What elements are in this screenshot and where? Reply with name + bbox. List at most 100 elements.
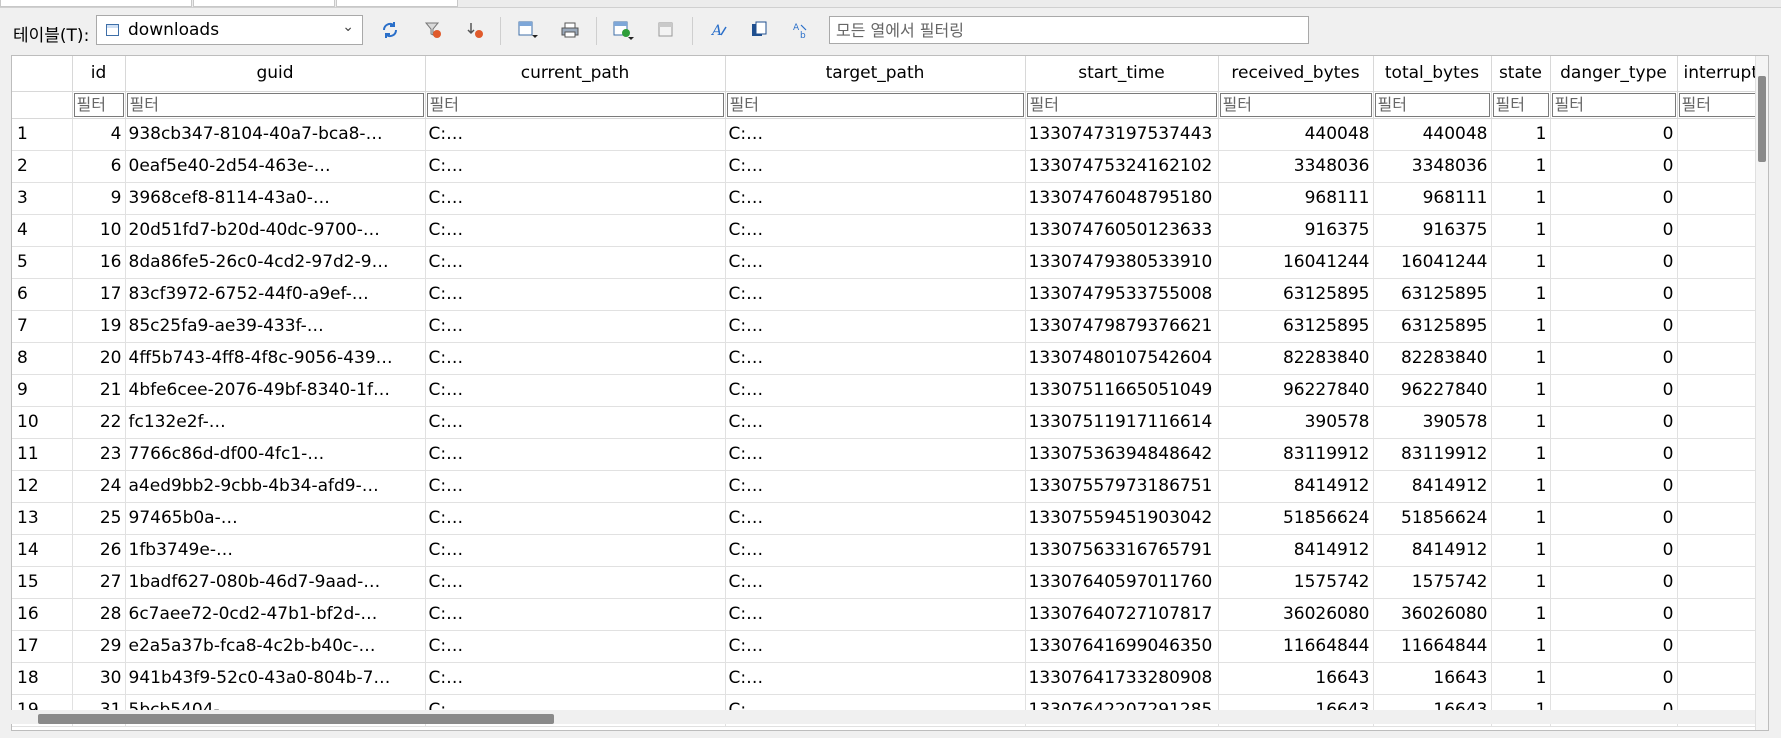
- cell-target-path[interactable]: C:…: [725, 118, 1026, 151]
- column-filter-input-start-time[interactable]: 필터: [1026, 92, 1217, 117]
- cell-current-path[interactable]: C:…: [425, 246, 726, 279]
- cell-target-path[interactable]: C:…: [725, 406, 1026, 439]
- save-filter-button[interactable]: [515, 17, 541, 43]
- cell-id[interactable]: 29: [72, 630, 126, 663]
- cell-danger-type[interactable]: 0: [1550, 534, 1678, 567]
- cell-start-time[interactable]: 13307511665051049: [1025, 374, 1219, 407]
- cell-id[interactable]: 20: [72, 342, 126, 375]
- cell-target-path[interactable]: C:…: [725, 182, 1026, 215]
- cell-state[interactable]: 1: [1491, 246, 1551, 279]
- cell-state[interactable]: 1: [1491, 438, 1551, 471]
- global-filter-input[interactable]: [829, 16, 1309, 44]
- cell-start-time[interactable]: 13307640727107817: [1025, 598, 1219, 631]
- cell-id[interactable]: 25: [72, 502, 126, 535]
- cell-guid[interactable]: 0eaf5e40-2d54-463e-…: [125, 150, 426, 183]
- cell-guid[interactable]: 85c25fa9-ae39-433f-…: [125, 310, 426, 343]
- cell-received-bytes[interactable]: 916375: [1218, 214, 1374, 247]
- tab-other[interactable]: [193, 0, 335, 7]
- cell-current-path[interactable]: C:…: [425, 342, 726, 375]
- cell-id[interactable]: 6: [72, 150, 126, 183]
- row-number[interactable]: 2: [12, 150, 73, 183]
- table-row[interactable]: 2 6 0eaf5e40-2d54-463e-… C:… C:… 133074753241…: [12, 150, 1768, 183]
- cell-danger-type[interactable]: 0: [1550, 470, 1678, 503]
- table-row[interactable]: 5 16 8da86fe5-26c0-4cd2-97d2-9… C:… C:… 13307…: [12, 246, 1768, 279]
- row-number[interactable]: 6: [12, 278, 73, 311]
- cell-current-path[interactable]: C:…: [425, 278, 726, 311]
- row-number[interactable]: 17: [12, 630, 73, 663]
- row-number[interactable]: 10: [12, 406, 73, 439]
- cell-start-time[interactable]: 13307476048795180: [1025, 182, 1219, 215]
- cell-target-path[interactable]: C:…: [725, 374, 1026, 407]
- cell-current-path[interactable]: C:…: [425, 598, 726, 631]
- copy-button[interactable]: [746, 17, 772, 43]
- column-filter-input-received-bytes[interactable]: 필터: [1219, 92, 1372, 117]
- cell-current-path[interactable]: C:…: [425, 534, 726, 567]
- cell-target-path[interactable]: C:…: [725, 438, 1026, 471]
- cell-state[interactable]: 1: [1491, 118, 1551, 151]
- cell-target-path[interactable]: C:…: [725, 566, 1026, 599]
- row-number[interactable]: 5: [12, 246, 73, 279]
- cell-received-bytes[interactable]: 96227840: [1218, 374, 1374, 407]
- column-filter-input-target-path[interactable]: 필터: [726, 92, 1024, 117]
- cell-state[interactable]: 1: [1491, 470, 1551, 503]
- column-header-id[interactable]: id: [72, 56, 126, 92]
- cell-danger-type[interactable]: 0: [1550, 342, 1678, 375]
- cell-id[interactable]: 19: [72, 310, 126, 343]
- cell-state[interactable]: 1: [1491, 566, 1551, 599]
- cell-danger-type[interactable]: 0: [1550, 278, 1678, 311]
- cell-id[interactable]: 27: [72, 566, 126, 599]
- cell-start-time[interactable]: 13307473197537443: [1025, 118, 1219, 151]
- vertical-scrollbar[interactable]: [1755, 56, 1768, 730]
- tab-other[interactable]: [336, 0, 458, 7]
- column-filter-input-total-bytes[interactable]: 필터: [1374, 92, 1490, 117]
- cell-guid[interactable]: 8da86fe5-26c0-4cd2-97d2-9…: [125, 246, 426, 279]
- cell-received-bytes[interactable]: 83119912: [1218, 438, 1374, 471]
- column-filter-input-guid[interactable]: 필터: [126, 92, 424, 117]
- cell-guid[interactable]: 6c7aee72-0cd2-47b1-bf2d-…: [125, 598, 426, 631]
- vertical-scrollbar-thumb[interactable]: [1758, 76, 1766, 162]
- cell-danger-type[interactable]: 0: [1550, 438, 1678, 471]
- table-row[interactable]: 12 24 a4ed9bb2-9cbb-4b34-afd9-… C:… C:… 13307…: [12, 470, 1768, 503]
- column-filter-input-id[interactable]: 필터: [73, 92, 124, 117]
- cell-state[interactable]: 1: [1491, 214, 1551, 247]
- cell-current-path[interactable]: C:…: [425, 662, 726, 695]
- table-row[interactable]: 14 26 1fb3749e-… C:… C:… 13307563316765791 841…: [12, 534, 1768, 567]
- cell-state[interactable]: 1: [1491, 662, 1551, 695]
- cell-received-bytes[interactable]: 16643: [1218, 662, 1374, 695]
- cell-start-time[interactable]: 13307536394848642: [1025, 438, 1219, 471]
- cell-danger-type[interactable]: 0: [1550, 406, 1678, 439]
- refresh-button[interactable]: [377, 17, 403, 43]
- cell-start-time[interactable]: 13307641699046350: [1025, 630, 1219, 663]
- print-button[interactable]: [557, 17, 583, 43]
- column-header-received-bytes[interactable]: received_bytes: [1218, 56, 1374, 92]
- cell-start-time[interactable]: 13307563316765791: [1025, 534, 1219, 567]
- column-header-current-path[interactable]: current_path: [425, 56, 726, 92]
- cell-total-bytes[interactable]: 82283840: [1373, 342, 1492, 375]
- cell-target-path[interactable]: C:…: [725, 470, 1026, 503]
- cell-total-bytes[interactable]: 16041244: [1373, 246, 1492, 279]
- cell-start-time[interactable]: 13307479879376621: [1025, 310, 1219, 343]
- table-row[interactable]: 3 9 3968cef8-8114-43a0-… C:… C:… 133074760487…: [12, 182, 1768, 215]
- cell-total-bytes[interactable]: 63125895: [1373, 310, 1492, 343]
- cell-target-path[interactable]: C:…: [725, 278, 1026, 311]
- cell-id[interactable]: 10: [72, 214, 126, 247]
- cell-target-path[interactable]: C:…: [725, 662, 1026, 695]
- cell-received-bytes[interactable]: 440048: [1218, 118, 1374, 151]
- cell-current-path[interactable]: C:…: [425, 182, 726, 215]
- cell-total-bytes[interactable]: 390578: [1373, 406, 1492, 439]
- cell-state[interactable]: 1: [1491, 150, 1551, 183]
- row-number[interactable]: 13: [12, 502, 73, 535]
- chevron-down-icon[interactable]: ⌄: [342, 19, 354, 35]
- cell-danger-type[interactable]: 0: [1550, 566, 1678, 599]
- cell-state[interactable]: 1: [1491, 374, 1551, 407]
- cell-guid[interactable]: 941b43f9-52c0-43a0-804b-7…: [125, 662, 426, 695]
- cell-received-bytes[interactable]: 51856624: [1218, 502, 1374, 535]
- cell-received-bytes[interactable]: 11664844: [1218, 630, 1374, 663]
- column-header-target-path[interactable]: target_path: [725, 56, 1026, 92]
- cell-received-bytes[interactable]: 63125895: [1218, 310, 1374, 343]
- cell-guid[interactable]: 4bfe6cee-2076-49bf-8340-1f…: [125, 374, 426, 407]
- column-header-start-time[interactable]: start_time: [1025, 56, 1219, 92]
- table-row[interactable]: 8 20 4ff5b743-4ff8-4f8c-9056-439… C:… C:… 133…: [12, 342, 1768, 375]
- row-number[interactable]: 3: [12, 182, 73, 215]
- table-row[interactable]: 18 30 941b43f9-52c0-43a0-804b-7… C:… C:… 1330…: [12, 662, 1768, 695]
